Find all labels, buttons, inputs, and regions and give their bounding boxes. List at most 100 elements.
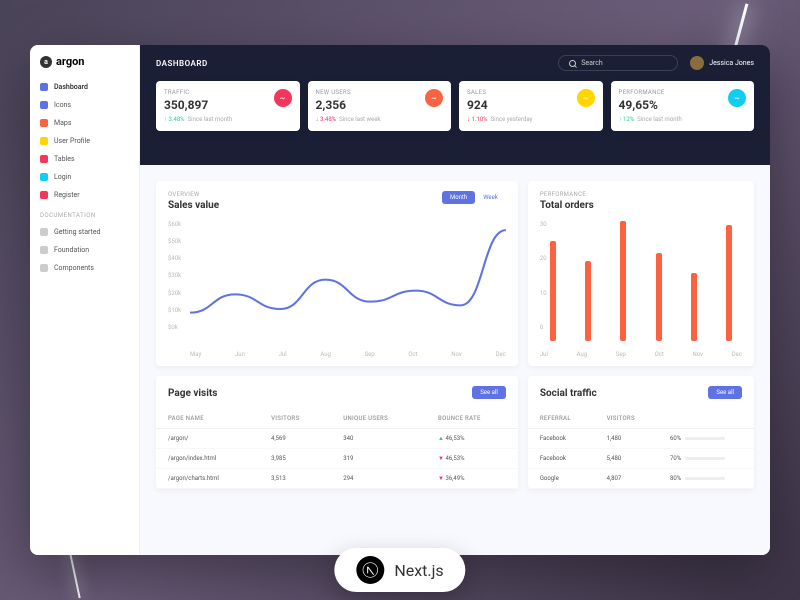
framework-name: Next.js	[394, 561, 443, 580]
sidebar-item-tables[interactable]: Tables	[30, 150, 139, 168]
stat-icon: ~	[728, 89, 746, 107]
col-header: PAGE NAME	[156, 409, 259, 429]
sidebar-doc-components[interactable]: Components	[30, 259, 139, 277]
stat-card: SALES 924 ↓ 1.10%Since yesterday ~	[459, 81, 603, 131]
brand-name: argon	[56, 55, 84, 68]
stat-value: 350,897	[164, 98, 292, 112]
nav-icon	[40, 246, 48, 254]
visits-panel: Page visits See all PAGE NAMEVISITORSUNI…	[156, 376, 518, 489]
orders-chart: 3020100	[528, 221, 754, 351]
stat-value: 924	[467, 98, 595, 112]
col-header: UNIQUE USERS	[331, 409, 426, 429]
stat-note: Since last month	[188, 116, 233, 123]
sidebar-item-maps[interactable]: Maps	[30, 114, 139, 132]
nav-label: Dashboard	[54, 83, 88, 91]
nav-icon	[40, 228, 48, 236]
col-header: VISITORS	[259, 409, 331, 429]
stat-note: Since yesterday	[491, 116, 533, 123]
stat-delta: ↑ 3.48%	[164, 116, 185, 123]
tab-month[interactable]: Month	[442, 191, 475, 204]
table-row[interactable]: /argon/4,569340▲ 46,53%	[156, 429, 518, 449]
col-header: VISITORS	[595, 409, 658, 429]
logo-mark-icon: a	[40, 56, 52, 68]
stat-icon: ~	[577, 89, 595, 107]
stat-delta: ↑ 12%	[619, 116, 635, 123]
content: OVERVIEW Sales value Month Week $60k$50k…	[140, 165, 770, 555]
nav-icon	[40, 119, 48, 127]
bar	[550, 241, 556, 341]
table-row[interactable]: Google4,80780%	[528, 469, 754, 489]
orders-overline: PERFORMANCE	[540, 191, 594, 198]
tab-week[interactable]: Week	[475, 191, 506, 204]
stat-card: NEW USERS 2,356 ↓ 3.48%Since last week ~	[308, 81, 452, 131]
user-name: Jessica Jones	[709, 59, 754, 67]
nav-icon	[40, 173, 48, 181]
stat-note: Since last month	[637, 116, 682, 123]
visits-table: PAGE NAMEVISITORSUNIQUE USERSBOUNCE RATE…	[156, 409, 518, 489]
table-row[interactable]: Facebook1,48060%	[528, 429, 754, 449]
nav-icon	[40, 155, 48, 163]
avatar	[690, 56, 704, 70]
social-table: REFERRALVISITORS Facebook1,48060%Faceboo…	[528, 409, 754, 489]
orders-title: Total orders	[540, 200, 594, 211]
sidebar-doc-getting-started[interactable]: Getting started	[30, 223, 139, 241]
table-row[interactable]: /argon/charts.html3,513294▼ 36,49%	[156, 469, 518, 489]
col-header: BOUNCE RATE	[426, 409, 518, 429]
bar	[585, 261, 591, 341]
app-window: a argon Dashboard Icons Maps User Profile Ta…	[30, 45, 770, 555]
search-input[interactable]: Search	[558, 55, 678, 71]
breadcrumb: DASHBOARD	[156, 59, 208, 68]
sales-panel: OVERVIEW Sales value Month Week $60k$50k…	[156, 181, 518, 366]
nav-icon	[40, 191, 48, 199]
nav-label: Register	[54, 191, 80, 199]
stat-card: TRAFFIC350,897↑ 3.48%Since last month~	[156, 81, 300, 131]
social-seeall-button[interactable]: See all	[708, 386, 742, 399]
search-placeholder: Search	[581, 59, 603, 67]
stat-card: PERFORMANCE49,65%↑ 12%Since last month~	[611, 81, 755, 131]
stat-icon: ~	[425, 89, 443, 107]
nav-label: User Profile	[54, 137, 90, 145]
framework-badge: Next.js	[334, 548, 465, 592]
bar	[726, 225, 732, 341]
stat-value: 2,356	[316, 98, 444, 112]
nav-label: Foundation	[54, 246, 89, 254]
bar	[620, 221, 626, 341]
sidebar-item-icons[interactable]: Icons	[30, 96, 139, 114]
user-menu[interactable]: Jessica Jones	[690, 56, 754, 70]
nav-label: Getting started	[54, 228, 101, 236]
bar	[691, 273, 697, 341]
bar	[656, 253, 662, 341]
visits-seeall-button[interactable]: See all	[472, 386, 506, 399]
sales-title: Sales value	[168, 200, 219, 211]
stat-label: SALES	[467, 89, 595, 96]
brand-logo[interactable]: a argon	[30, 55, 139, 78]
nextjs-logo-icon	[356, 556, 384, 584]
sales-overline: OVERVIEW	[168, 191, 219, 198]
sidebar-item-register[interactable]: Register	[30, 186, 139, 204]
sidebar-item-user-profile[interactable]: User Profile	[30, 132, 139, 150]
sidebar-doc-foundation[interactable]: Foundation	[30, 241, 139, 259]
table-row[interactable]: Facebook5,48070%	[528, 449, 754, 469]
sales-chart: $60k$50k$40k$30k$20k$10k$0k	[156, 221, 518, 351]
social-panel: Social traffic See all REFERRALVISITORS …	[528, 376, 754, 489]
stat-delta: ↓ 1.10%	[467, 116, 488, 123]
sidebar-item-dashboard[interactable]: Dashboard	[30, 78, 139, 96]
stat-label: TRAFFIC	[164, 89, 292, 96]
table-row[interactable]: /argon/index.html3,985319▼ 46,53%	[156, 449, 518, 469]
nav-label: Components	[54, 264, 94, 272]
topbar: DASHBOARD Search Jessica Jones TRAFFIC 35…	[140, 45, 770, 165]
stat-note: Since last week	[339, 116, 380, 123]
nav-icon	[40, 101, 48, 109]
col-header	[658, 409, 754, 429]
stat-delta: ↓ 3.48%	[316, 116, 337, 123]
visits-title: Page visits	[168, 388, 217, 399]
sidebar-item-login[interactable]: Login	[30, 168, 139, 186]
stat-label: NEW USERS	[316, 89, 444, 96]
search-icon	[569, 60, 576, 67]
nav-label: Icons	[54, 101, 71, 109]
stat-cards: TRAFFIC350,897↑ 3.48%Since last month~NE…	[156, 81, 754, 131]
sales-tabs: Month Week	[442, 191, 506, 204]
nav-icon	[40, 83, 48, 91]
nav-section-docs: DOCUMENTATION	[30, 204, 139, 223]
nav-icon	[40, 264, 48, 272]
